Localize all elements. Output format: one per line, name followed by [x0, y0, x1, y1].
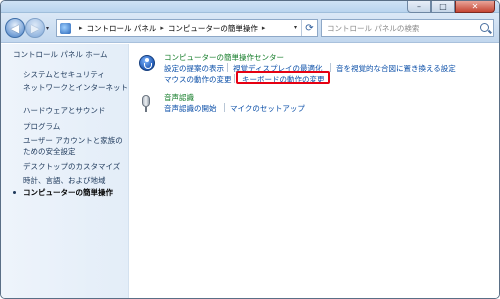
- search-placeholder: コントロール パネルの検索: [327, 23, 420, 33]
- link-divider: [234, 74, 235, 83]
- sidebar: コントロール パネル ホーム システムとセキュリティ ネットワークとインターネッ…: [1, 44, 129, 298]
- breadcrumb-chevron-icon[interactable]: ▸: [160, 24, 164, 32]
- link-microphone-setup[interactable]: マイクのセットアップ: [230, 103, 305, 114]
- keyboard-link-highlight: [236, 71, 330, 84]
- sidebar-item-clock-language[interactable]: 時計、言語、および地域: [23, 175, 106, 186]
- sidebar-item-control-panel-home[interactable]: コントロール パネル ホーム: [13, 49, 108, 60]
- sidebar-item-hardware-sound[interactable]: ハードウェアとサウンド: [23, 105, 105, 116]
- link-divider: [224, 103, 225, 112]
- microphone-stand: [145, 107, 147, 112]
- maximize-button[interactable]: □: [431, 1, 455, 13]
- sidebar-item-programs[interactable]: プログラム: [23, 121, 60, 132]
- search-input[interactable]: コントロール パネルの検索: [321, 19, 494, 37]
- sidebar-item-user-accounts[interactable]: ユーザー アカウントと家族の: [23, 135, 123, 146]
- explorer-window: – □ ✕ ◀ ▶ ▾ ▸ コントロール パネル ▸ コンピューターの簡単操作 …: [0, 0, 500, 299]
- address-dropdown-icon[interactable]: ▾: [294, 24, 297, 31]
- link-visual-sound-replace[interactable]: 音を視覚的な合図に置き換える設定: [336, 63, 456, 74]
- main-content: コンピューターの簡単操作センター 設定の提案の表示 視覚ディスプレイの最適化 音…: [130, 44, 499, 298]
- title-bar: – □ ✕: [1, 1, 499, 13]
- current-item-bullet-icon: [13, 191, 16, 194]
- sidebar-item-desktop[interactable]: デスクトップのカスタマイズ: [23, 161, 120, 172]
- ease-of-access-icon: [139, 55, 155, 71]
- search-icon[interactable]: [480, 23, 489, 32]
- link-divider: [330, 63, 331, 72]
- breadcrumb-ease-of-access[interactable]: コンピューターの簡単操作: [168, 23, 258, 34]
- refresh-icon[interactable]: ⟳: [301, 20, 317, 36]
- breadcrumb-control-panel[interactable]: コントロール パネル: [87, 23, 157, 34]
- breadcrumb-chevron-icon[interactable]: ▸: [79, 24, 83, 32]
- control-panel-icon: [60, 22, 71, 34]
- breadcrumb-chevron-icon[interactable]: ▸: [262, 24, 266, 32]
- link-divider: [227, 63, 228, 72]
- ease-of-access-center-title[interactable]: コンピューターの簡単操作センター: [164, 52, 284, 63]
- forward-button[interactable]: ▶: [25, 18, 45, 38]
- link-start-speech-recognition[interactable]: 音声認識の開始: [164, 103, 217, 114]
- speech-recognition-title[interactable]: 音声認識: [164, 92, 194, 103]
- microphone-icon: [142, 95, 150, 107]
- back-button[interactable]: ◀: [5, 18, 25, 38]
- sidebar-item-user-accounts-line2[interactable]: ための安全設定: [23, 146, 76, 157]
- sidebar-item-ease-of-access: コンピューターの簡単操作: [23, 188, 113, 197]
- close-button[interactable]: ✕: [455, 1, 495, 13]
- navigation-bar: ◀ ▶ ▾ ▸ コントロール パネル ▸ コンピューターの簡単操作 ▸ ▾ ⟳ …: [1, 13, 499, 43]
- sidebar-item-system-security[interactable]: システムとセキュリティ: [23, 69, 105, 80]
- caption-buttons: – □ ✕: [407, 1, 495, 13]
- minimize-button[interactable]: –: [407, 1, 431, 13]
- link-mouse-settings[interactable]: マウスの動作の変更: [164, 74, 232, 85]
- recent-pages-dropdown-icon[interactable]: ▾: [46, 25, 49, 32]
- address-bar[interactable]: ▸ コントロール パネル ▸ コンピューターの簡単操作 ▸ ▾ ⟳: [56, 19, 318, 37]
- link-suggested-settings[interactable]: 設定の提案の表示: [164, 63, 224, 74]
- sidebar-item-network[interactable]: ネットワークとインターネット: [23, 82, 128, 93]
